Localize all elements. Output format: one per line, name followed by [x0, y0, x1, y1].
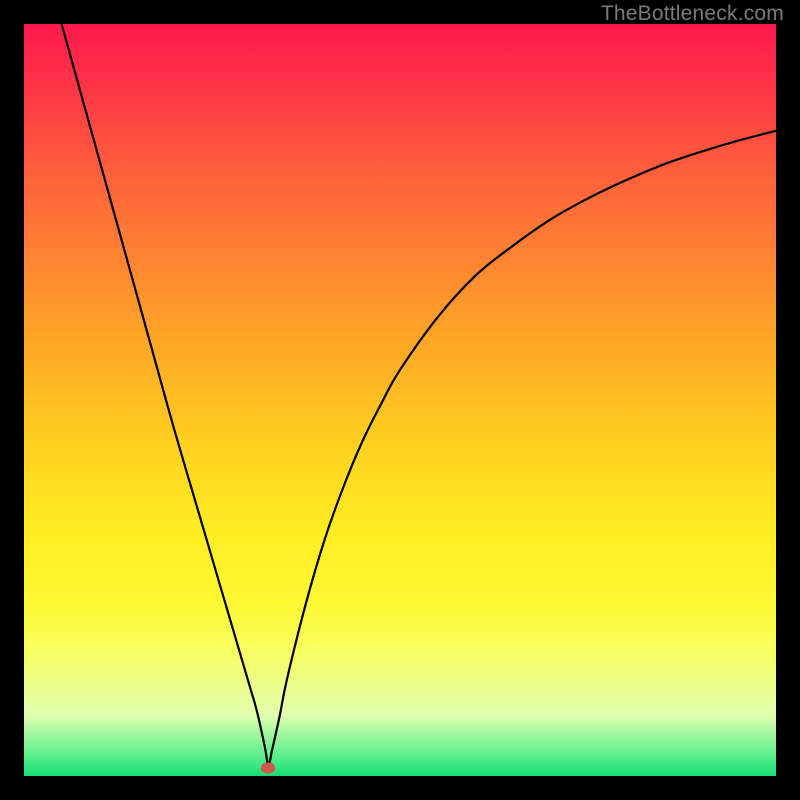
optimal-point-marker — [261, 763, 275, 774]
bottleneck-curve — [24, 24, 776, 776]
chart-frame: TheBottleneck.com — [0, 0, 800, 800]
attribution-text: TheBottleneck.com — [601, 2, 784, 26]
chart-plot-area — [24, 24, 776, 776]
